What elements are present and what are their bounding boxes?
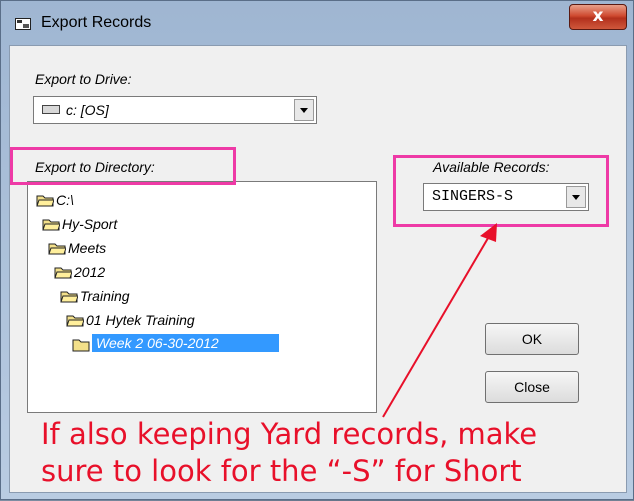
- export-records-dialog: Export Records x Export to Drive: c: [OS…: [0, 0, 634, 500]
- annotation-line-2: sure to look for the “-S” for Short: [41, 454, 522, 488]
- annotation-line-1: If also keeping Yard records, make: [41, 417, 538, 451]
